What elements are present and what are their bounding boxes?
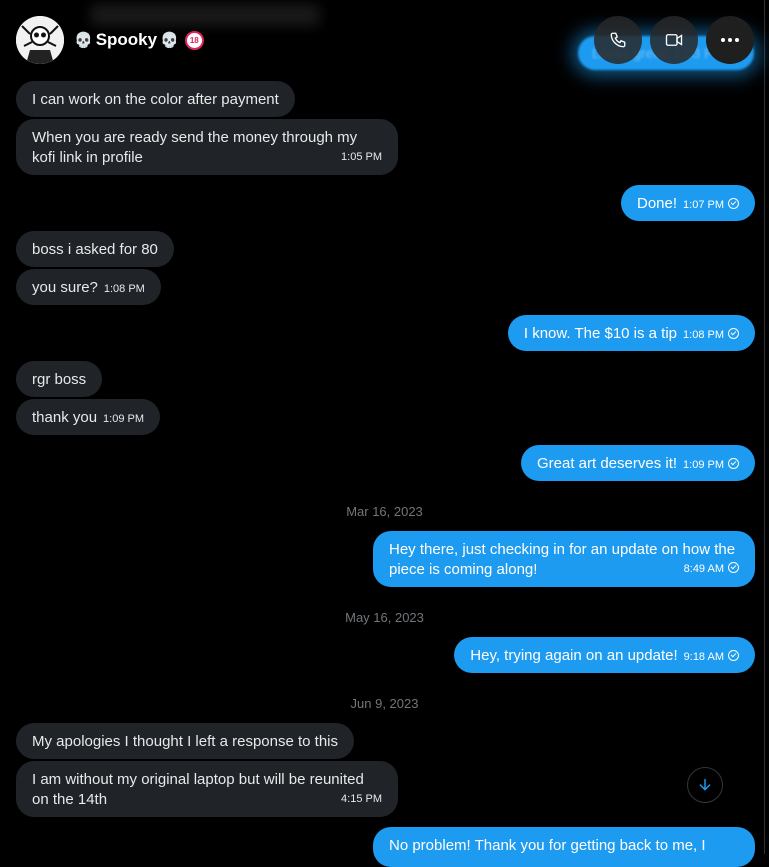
message-time: 8:49 AM [683, 563, 724, 575]
message-time: 1:09 PM [103, 413, 145, 425]
call-button[interactable] [594, 16, 642, 64]
message-incoming[interactable]: I am without my original laptop but will… [16, 761, 398, 817]
message-time: 1:08 PM [103, 283, 145, 295]
blurred-region [90, 4, 320, 26]
conversation-frame-border [764, 0, 765, 854]
no-under-18-icon: 18 [184, 30, 204, 50]
message-text: When you are ready send the money throug… [32, 129, 358, 166]
message-outgoing[interactable]: Hey, trying again on an update! 9:18 AM [454, 637, 755, 673]
message-time: 1:07 PM [683, 199, 724, 211]
message-time: 9:18 AM [683, 651, 724, 663]
message-outgoing[interactable]: I know. The $10 is a tip 1:08 PM [507, 315, 755, 351]
message-time-row: 8:49 AM [684, 559, 739, 579]
message-incoming[interactable]: My apologies I thought I left a response… [16, 723, 355, 759]
message-text: No problem! Thank you for getting back t… [389, 837, 706, 854]
read-receipt-icon [728, 650, 739, 661]
message-text: rgr boss [32, 371, 87, 388]
message-text: thank you [32, 409, 98, 426]
more-options-icon [721, 38, 739, 42]
message-incoming[interactable]: rgr boss [16, 361, 103, 397]
message-incoming[interactable]: thank you 1:09 PM [16, 399, 161, 435]
message-text: I am without my original laptop but will… [32, 771, 364, 808]
message-time: 1:09 PM [683, 459, 724, 471]
date-separator: May 16, 2023 [345, 610, 424, 625]
message-outgoing[interactable]: No problem! Thank you for getting back t… [373, 827, 755, 867]
message-outgoing[interactable]: Great art deserves it! 1:09 PM [520, 445, 755, 481]
message-time: 1:08 PM [683, 329, 724, 341]
message-text: you sure? [32, 279, 98, 296]
message-incoming[interactable]: When you are ready send the money throug… [16, 119, 398, 175]
message-text: I know. The $10 is a tip [523, 325, 678, 342]
message-incoming[interactable]: boss i asked for 80 [16, 231, 174, 267]
message-outgoing[interactable]: Hey there, just checking in for an updat… [373, 531, 755, 587]
date-separator: Jun 9, 2023 [350, 696, 419, 711]
message-incoming[interactable]: I can work on the color after payment [16, 81, 295, 117]
read-receipt-icon [728, 328, 739, 339]
message-text: My apologies I thought I left a response… [32, 733, 339, 750]
skull-icon: 💀 [160, 32, 179, 49]
message-text: Done! [637, 195, 678, 212]
conversation-header: 💀 Spooky 💀 18 Looks great! 1:03 PM [0, 0, 769, 82]
message-text: I can work on the color after payment [32, 91, 279, 108]
read-receipt-icon [728, 198, 739, 209]
phone-icon [610, 32, 626, 48]
date-separator: Mar 16, 2023 [346, 504, 423, 519]
video-call-button[interactable] [650, 16, 698, 64]
read-receipt-icon [728, 458, 739, 469]
avatar[interactable] [16, 16, 64, 64]
video-camera-icon [665, 34, 683, 46]
message-incoming[interactable]: you sure? 1:08 PM [16, 269, 161, 305]
more-options-button[interactable] [706, 16, 754, 64]
contact-name-row[interactable]: 💀 Spooky 💀 18 [74, 30, 204, 50]
message-outgoing[interactable]: Done! 1:07 PM [621, 185, 755, 221]
message-text: Hey, trying again on an update! [470, 647, 678, 664]
message-text: boss i asked for 80 [32, 241, 158, 258]
skull-icon: 💀 [74, 32, 93, 49]
scroll-to-bottom-button[interactable] [687, 767, 723, 803]
message-text: Great art deserves it! [536, 455, 678, 472]
message-time: 4:15 PM [341, 793, 382, 805]
arrow-down-icon [699, 778, 711, 791]
contact-name: Spooky [95, 30, 158, 49]
read-receipt-icon [728, 562, 739, 573]
message-time: 1:05 PM [341, 151, 382, 163]
